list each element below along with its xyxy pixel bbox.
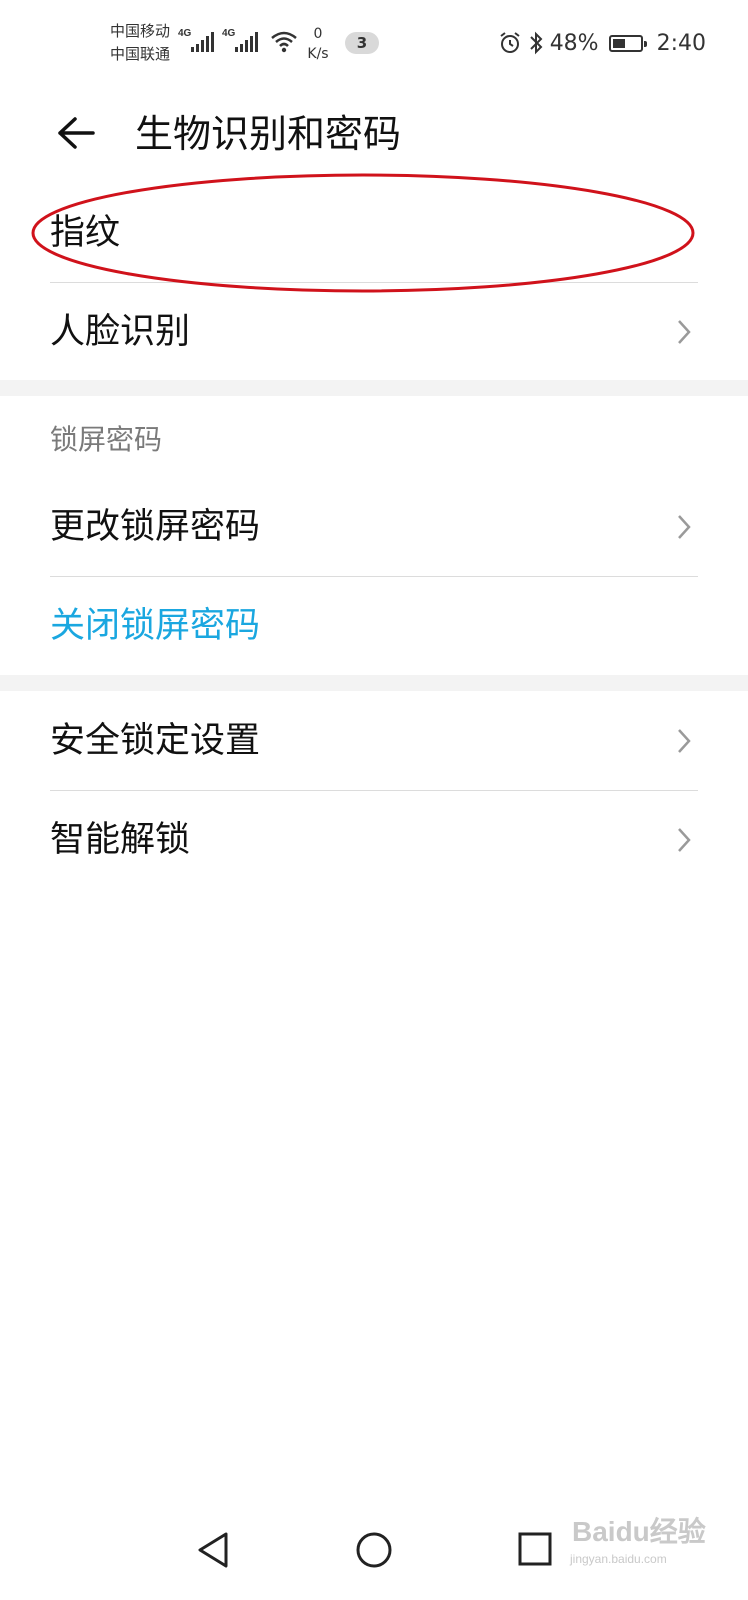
chevron-right-icon xyxy=(678,828,691,852)
carrier-2: 中国联通 xyxy=(110,45,171,63)
signal-icon: 4G xyxy=(178,28,218,56)
chevron-right-icon xyxy=(678,515,691,539)
app-header: 生物识别和密码 xyxy=(0,90,748,180)
back-triangle-icon xyxy=(198,1532,228,1568)
fingerprint-label: 指纹 xyxy=(50,213,121,253)
list-item-face-recognition[interactable]: 人脸识别 xyxy=(0,283,748,381)
nav-home-button[interactable] xyxy=(346,1522,402,1578)
battery-icon xyxy=(608,34,647,52)
signal-icon: 4G xyxy=(222,28,262,56)
bluetooth-icon xyxy=(529,31,543,55)
disable-lock-password-label: 关闭锁屏密码 xyxy=(50,606,261,646)
list-item-security-lock-settings[interactable]: 安全锁定设置 xyxy=(0,692,748,790)
change-lock-password-label: 更改锁屏密码 xyxy=(50,507,261,547)
status-right-group: 48% 2:40 xyxy=(498,26,706,60)
watermark-url: jingyan.baidu.com xyxy=(570,1552,667,1566)
status-bar: 中国移动 中国联通 4G 4G 0 K/s 3 48% 2:40 xyxy=(0,0,748,90)
speed-value: 0 xyxy=(313,26,323,42)
battery-percent: 48% xyxy=(549,30,599,56)
clock: 2:40 xyxy=(656,30,706,56)
recents-square-icon xyxy=(518,1532,552,1566)
chevron-right-icon xyxy=(678,729,691,753)
network-type-1: 4G xyxy=(178,28,192,39)
home-circle-icon xyxy=(356,1532,392,1568)
list-item-fingerprint[interactable]: 指纹 xyxy=(0,184,748,282)
security-lock-settings-label: 安全锁定设置 xyxy=(50,721,261,761)
list-item-disable-lock-password[interactable]: 关闭锁屏密码 xyxy=(0,577,748,675)
network-type-2: 4G xyxy=(222,28,236,39)
wifi-icon xyxy=(271,31,297,53)
section-gap xyxy=(0,675,748,691)
network-speed: 0 K/s xyxy=(300,24,336,64)
notification-count-badge: 3 xyxy=(345,32,379,54)
nav-back-button[interactable] xyxy=(186,1522,242,1578)
face-recognition-label: 人脸识别 xyxy=(50,312,191,352)
nav-recents-button[interactable] xyxy=(506,1522,562,1578)
chevron-right-icon xyxy=(678,320,691,344)
list-item-change-lock-password[interactable]: 更改锁屏密码 xyxy=(0,478,748,576)
battery-fill xyxy=(612,38,625,48)
back-button[interactable] xyxy=(50,108,100,158)
carrier-names: 中国移动 中国联通 xyxy=(110,20,170,66)
watermark-logo: Baidu经验 xyxy=(572,1516,706,1547)
back-arrow-icon xyxy=(58,117,95,149)
smart-unlock-label: 智能解锁 xyxy=(50,820,191,860)
section-title-lock-screen: 锁屏密码 xyxy=(50,423,163,456)
alarm-icon xyxy=(500,32,520,53)
list-item-smart-unlock[interactable]: 智能解锁 xyxy=(0,791,748,889)
page-title: 生物识别和密码 xyxy=(135,112,402,156)
speed-unit: K/s xyxy=(307,46,329,62)
carrier-1: 中国移动 xyxy=(110,22,171,40)
section-gap xyxy=(0,380,748,396)
